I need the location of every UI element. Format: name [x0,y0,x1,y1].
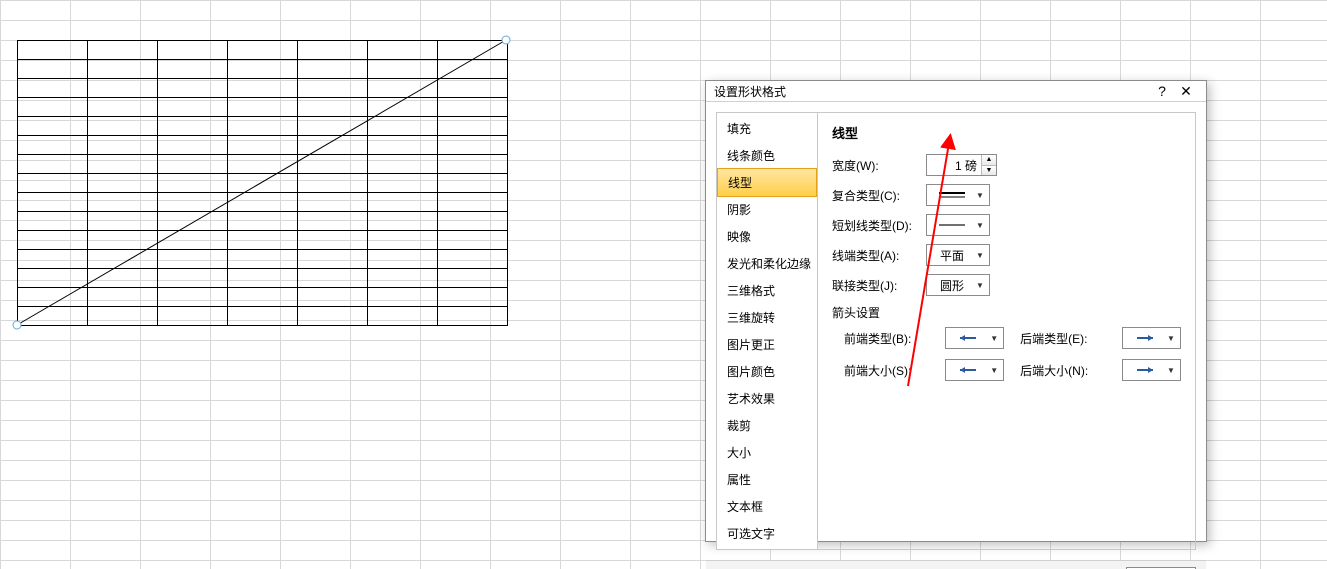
begin-size-combo[interactable]: ▼ [945,359,1004,381]
end-size-label: 后端大小(N): [1020,362,1105,379]
chevron-down-icon: ▼ [1164,334,1178,343]
category-fill[interactable]: 填充 [717,115,817,142]
join-type-label: 联接类型(J): [832,277,918,294]
format-shape-dialog: 设置形状格式 ? ✕ 填充 线条颜色 线型 阴影 映像 发光和柔化边缘 三维格式… [705,80,1207,542]
cap-type-label: 线端类型(A): [832,247,918,264]
category-crop[interactable]: 裁剪 [717,412,817,439]
category-size[interactable]: 大小 [717,439,817,466]
chevron-down-icon: ▼ [973,221,987,230]
category-shadow[interactable]: 阴影 [717,196,817,223]
chevron-down-icon: ▼ [1164,366,1178,375]
cap-type-combo[interactable]: 平面 ▼ [926,244,990,266]
category-textbox[interactable]: 文本框 [717,493,817,520]
category-picture-color[interactable]: 图片颜色 [717,358,817,385]
begin-size-label: 前端大小(S): [844,362,929,379]
category-artistic-effects[interactable]: 艺术效果 [717,385,817,412]
chevron-down-icon: ▼ [987,334,1001,343]
dialog-title: 设置形状格式 [714,83,1150,100]
compound-type-combo[interactable]: ▼ [926,184,990,206]
compound-type-label: 复合类型(C): [832,187,918,204]
category-reflection[interactable]: 映像 [717,223,817,250]
chevron-down-icon: ▼ [987,366,1001,375]
begin-type-label: 前端类型(B): [844,330,929,347]
compound-type-icon [931,190,973,200]
width-spin-down[interactable]: ▼ [982,166,996,176]
dash-type-combo[interactable]: ▼ [926,214,990,236]
cap-type-value: 平面 [931,247,973,264]
close-icon[interactable]: ✕ [1174,81,1198,101]
category-picture-corrections[interactable]: 图片更正 [717,331,817,358]
width-label: 宽度(W): [832,157,918,174]
embedded-table-shape[interactable] [17,40,508,326]
arrow-section-label: 箭头设置 [832,304,1181,321]
join-type-value: 圆形 [931,277,973,294]
category-line-style[interactable]: 线型 [717,168,817,197]
category-glow[interactable]: 发光和柔化边缘 [717,250,817,277]
chevron-down-icon: ▼ [973,251,987,260]
width-spin-up[interactable]: ▲ [982,155,996,166]
help-button[interactable]: ? [1150,81,1174,101]
dialog-titlebar[interactable]: 设置形状格式 ? ✕ [706,81,1206,102]
category-properties[interactable]: 属性 [717,466,817,493]
end-type-combo[interactable]: ▼ [1122,327,1181,349]
arrow-end-size-icon [1127,365,1164,375]
end-type-label: 后端类型(E): [1020,330,1105,347]
width-input[interactable] [927,155,981,175]
category-alt-text[interactable]: 可选文字 [717,520,817,547]
line-style-panel: 线型 宽度(W): ▲ ▼ 复合类型(C): ▼ [818,112,1196,550]
dialog-footer: 关闭 [706,560,1206,569]
width-spinner[interactable]: ▲ ▼ [926,154,997,176]
category-list: 填充 线条颜色 线型 阴影 映像 发光和柔化边缘 三维格式 三维旋转 图片更正 … [716,112,818,550]
category-3d-format[interactable]: 三维格式 [717,277,817,304]
dash-type-label: 短划线类型(D): [832,217,918,234]
chevron-down-icon: ▼ [973,191,987,200]
end-size-combo[interactable]: ▼ [1122,359,1181,381]
arrow-end-type-icon [1127,333,1164,343]
join-type-combo[interactable]: 圆形 ▼ [926,274,990,296]
begin-type-combo[interactable]: ▼ [945,327,1004,349]
panel-heading: 线型 [832,123,1181,142]
chevron-down-icon: ▼ [973,281,987,290]
dash-type-icon [931,220,973,230]
category-line-color[interactable]: 线条颜色 [717,142,817,169]
arrow-begin-type-icon [950,333,987,343]
category-3d-rotation[interactable]: 三维旋转 [717,304,817,331]
arrow-begin-size-icon [950,365,987,375]
